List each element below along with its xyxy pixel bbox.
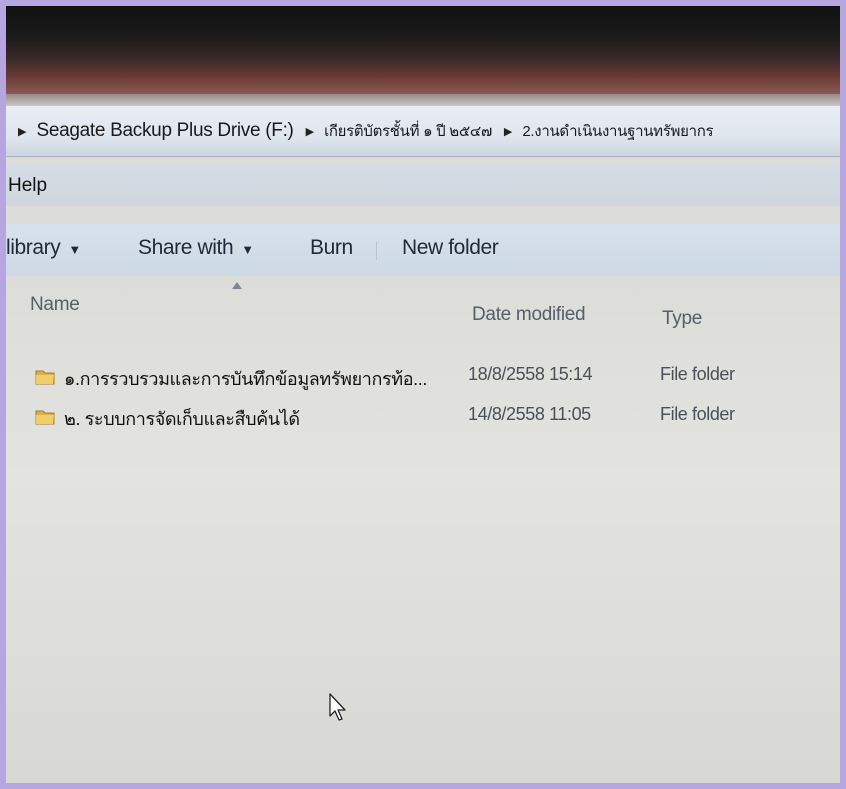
file-type: File folder [660,364,735,384]
burn-button[interactable]: Burn [310,236,353,260]
column-header-date-modified[interactable]: Date modified [472,304,586,326]
window-titlebar-region [6,6,840,94]
library-button[interactable]: library ▼ [6,236,81,260]
chevron-right-icon[interactable]: ▶ [306,125,314,138]
file-date-modified: 18/8/2558 15:14 [468,364,593,384]
column-header-name[interactable]: Name [30,294,80,316]
breadcrumb-item-drive[interactable]: Seagate Backup Plus Drive (F:) [36,120,293,142]
toolbar-divider [376,242,377,260]
file-row[interactable]: ๒. ระบบการจัดเก็บและสืบค้นได้ 14/8/2558 … [6,402,840,434]
mouse-pointer-icon [329,693,346,721]
file-type: File folder [660,404,735,424]
folder-icon [35,370,55,385]
new-folder-button[interactable]: New folder [402,236,499,260]
column-header-type[interactable]: Type [662,308,702,330]
titlebar-strip [6,94,840,106]
share-with-label: Share with [138,236,234,259]
address-bar[interactable]: ▶ Seagate Backup Plus Drive (F:) ▶ เกียร… [6,106,840,157]
chevron-right-icon[interactable]: ▶ [18,125,26,138]
sort-ascending-icon [232,282,242,289]
share-with-button[interactable]: Share with ▼ [138,236,254,260]
file-name: ๑.การรวบรวมและการบันทึกข้อมูลทรัพยากรท้อ… [64,369,427,389]
menu-help[interactable]: Help [6,175,47,197]
command-toolbar: library ▼ Share with ▼ Burn New folder [6,224,840,277]
breadcrumb-item-subfolder[interactable]: 2.งานดำเนินงานฐานทรัพยากร [522,119,713,143]
dropdown-arrow-icon: ▼ [241,242,254,257]
breadcrumb-item-folder[interactable]: เกียรติบัตรชั้นที่ ๑ ปี ๒๕๔๗ [324,119,492,143]
menu-bar: Help [6,166,840,206]
file-date-modified: 14/8/2558 11:05 [468,404,591,424]
dropdown-arrow-icon: ▼ [68,242,81,257]
screen: ▶ Seagate Backup Plus Drive (F:) ▶ เกียร… [6,6,840,783]
folder-icon [35,410,55,425]
file-name: ๒. ระบบการจัดเก็บและสืบค้นได้ [64,409,300,429]
file-row[interactable]: ๑.การรวบรวมและการบันทึกข้อมูลทรัพยากรท้อ… [6,362,840,394]
file-list: Name Date modified Type ๑.การรวบรวมและกา… [6,276,840,783]
library-label: library [6,236,61,259]
chevron-right-icon[interactable]: ▶ [504,125,512,138]
